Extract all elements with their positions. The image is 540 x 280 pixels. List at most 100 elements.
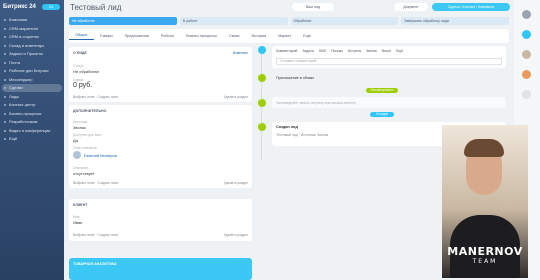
sidebar-item[interactable]: Контакт-центр	[2, 101, 62, 109]
sidebar-item[interactable]: Почта	[2, 59, 62, 67]
notifications-icon[interactable]	[522, 10, 531, 19]
tab[interactable]: Бизнес-процессы	[180, 34, 223, 38]
timeline-tab[interactable]: Ещё	[396, 49, 403, 53]
sidebar-item[interactable]: Ещё	[2, 135, 62, 143]
tab[interactable]: Ещё	[297, 34, 317, 38]
menu-dot-icon	[4, 27, 6, 30]
sidebar-item[interactable]: Бизнес-процессы	[2, 110, 62, 118]
status-label: Статус	[73, 64, 84, 68]
name-value: Иван	[73, 220, 83, 225]
planned-hint: Запланируйте звонок, встречу или письмо …	[276, 101, 357, 105]
sidebar-item[interactable]: CRM-маркетинг	[2, 25, 62, 33]
menu-dot-icon	[4, 78, 6, 81]
menu-dot-icon	[4, 112, 6, 115]
webcam-overlay: MANERNOV TEAM	[442, 125, 528, 278]
menu-dot-icon	[4, 36, 6, 38]
stage-2[interactable]: В работе	[179, 17, 288, 25]
product-analytics-title: ТОВАРНАЯ АНАЛИТИКА	[73, 262, 117, 266]
tab[interactable]: Товары	[94, 34, 119, 38]
user-avatar-icon[interactable]	[522, 50, 531, 59]
avail-label: Доступен для всех	[73, 133, 102, 137]
menu-dot-icon	[4, 104, 6, 106]
sidebar-item[interactable]: Компании	[2, 16, 62, 24]
lead-created-icon	[258, 123, 266, 131]
more-card: ДОПОЛНИТЕЛЬНО Источник Звонок Доступен д…	[69, 105, 252, 188]
timeline-tabs: Комментарий Задача SMS Письмо Встреча Звонок В…	[276, 49, 403, 53]
entry-text: Тестовый лид · Источник: Звонок	[276, 133, 329, 137]
sidebar-item[interactable]: Сделки	[2, 84, 62, 92]
comment-label: Описание	[73, 166, 89, 170]
sidebar-item[interactable]: Разработчикам	[2, 118, 62, 126]
client-footer-links[interactable]: Выбрать поле · Создать поле	[73, 233, 118, 237]
presenter-hair	[464, 139, 504, 157]
stage-4[interactable]: Завершить обработку лида	[401, 17, 509, 25]
menu-dot-icon	[4, 129, 6, 132]
tab[interactable]: Роботы	[155, 34, 180, 38]
timeline-tab[interactable]: Встреча	[348, 49, 361, 53]
page-title: Тестовый лид	[70, 3, 122, 12]
logo-sub: TEAM	[472, 258, 498, 265]
client-remove-link[interactable]: Удалить раздел	[224, 233, 248, 237]
sidebar-item[interactable]: Задачи и Проекты	[2, 50, 62, 58]
entry-title: Создан лид	[276, 125, 298, 129]
resp-value[interactable]: Евгений Минеров	[84, 153, 117, 158]
source-label: Источник	[73, 120, 88, 124]
more-remove-link[interactable]: Удалить раздел	[224, 181, 248, 185]
more-title: ДОПОЛНИТЕЛЬНО	[73, 109, 107, 113]
menu-dot-icon	[4, 44, 6, 47]
add-icon[interactable]	[258, 46, 266, 54]
tab[interactable]: Связи	[223, 34, 246, 38]
document-button[interactable]: Документ	[394, 3, 428, 11]
convert-button[interactable]: Сделка / Контакт / Компания	[432, 3, 510, 11]
stage-1[interactable]: Не обработан	[69, 17, 177, 25]
about-footer-links[interactable]: Выбрать поле · Создать поле	[73, 95, 118, 99]
header-button-1[interactable]: Ваш лид	[292, 3, 334, 11]
info-icon	[258, 99, 266, 107]
sidebar-item[interactable]: Мессенджер	[2, 76, 62, 84]
menu-dot-icon	[4, 138, 6, 140]
menu-dot-icon	[4, 95, 6, 98]
timeline-tab[interactable]: Письмо	[331, 49, 343, 53]
timeline-tab[interactable]: Задача	[302, 49, 313, 53]
sidebar-item[interactable]: Лиды	[2, 93, 62, 101]
stage-bar: Не обработан В работе Обработан Завершит…	[69, 17, 509, 25]
timeline-tab[interactable]: Комментарий	[276, 49, 297, 53]
today-badge: Сегодня	[370, 112, 394, 117]
logo-name: MANERNOV	[447, 245, 523, 258]
menu-dot-icon	[4, 19, 6, 21]
stage-3[interactable]: Обработан	[290, 17, 399, 25]
about-edit-link[interactable]: Изменить	[233, 51, 248, 55]
timeline-tab[interactable]: Звонок	[366, 49, 377, 53]
watermark-logo: MANERNOV TEAM	[444, 245, 526, 265]
sidebar-item[interactable]: Видео и конференции	[2, 127, 62, 135]
resp-label: Ответственный	[73, 146, 97, 150]
menu-dot-icon	[4, 70, 6, 72]
more-footer-links[interactable]: Выбрать поле · Создать поле	[73, 181, 118, 185]
about-card: О ЛИДЕ Изменить Статус Не обработан Сумм…	[69, 47, 252, 102]
timeline-tab[interactable]: Визит	[382, 49, 391, 53]
timeline-tab[interactable]: SMS	[319, 49, 326, 53]
left-sidebar: Битрикс 24 24 Компании CRM-маркетинг CRM в…	[0, 0, 64, 280]
client-card: КЛИЕНТ Имя Иван Выбрать поле · Создать п…	[69, 199, 252, 241]
avail-value: Да	[73, 138, 78, 143]
tab[interactable]: Предложения	[119, 34, 155, 38]
tab-bar: Общие Товары Предложения Роботы Бизнес-проце…	[69, 29, 509, 43]
sidebar-item[interactable]: CRM в соцсетях	[2, 33, 62, 41]
about-remove-link[interactable]: Удалить раздел	[224, 95, 248, 99]
search-icon[interactable]	[522, 90, 531, 99]
avatar	[73, 151, 81, 159]
contact-avatar-icon[interactable]	[522, 70, 531, 79]
tab[interactable]: Общие	[69, 33, 94, 40]
name-label: Имя	[73, 215, 80, 219]
tab[interactable]: Маркет	[272, 34, 297, 38]
sidebar-item[interactable]: Рабочие дни Битрикс	[2, 67, 62, 75]
sum-value: 0 руб.	[73, 82, 93, 89]
assistant-text: Приглашение в облако	[276, 76, 315, 80]
brand-logo[interactable]: Битрикс 24	[3, 4, 36, 10]
comment-input[interactable]: Оставьте комментарий	[276, 58, 502, 65]
source-value: Звонок	[73, 125, 86, 130]
comment-value: отсутствует	[73, 171, 95, 176]
tab[interactable]: История	[245, 34, 272, 38]
chat-icon[interactable]	[522, 30, 531, 39]
sidebar-item[interactable]: Склад и инвентарь	[2, 42, 62, 50]
